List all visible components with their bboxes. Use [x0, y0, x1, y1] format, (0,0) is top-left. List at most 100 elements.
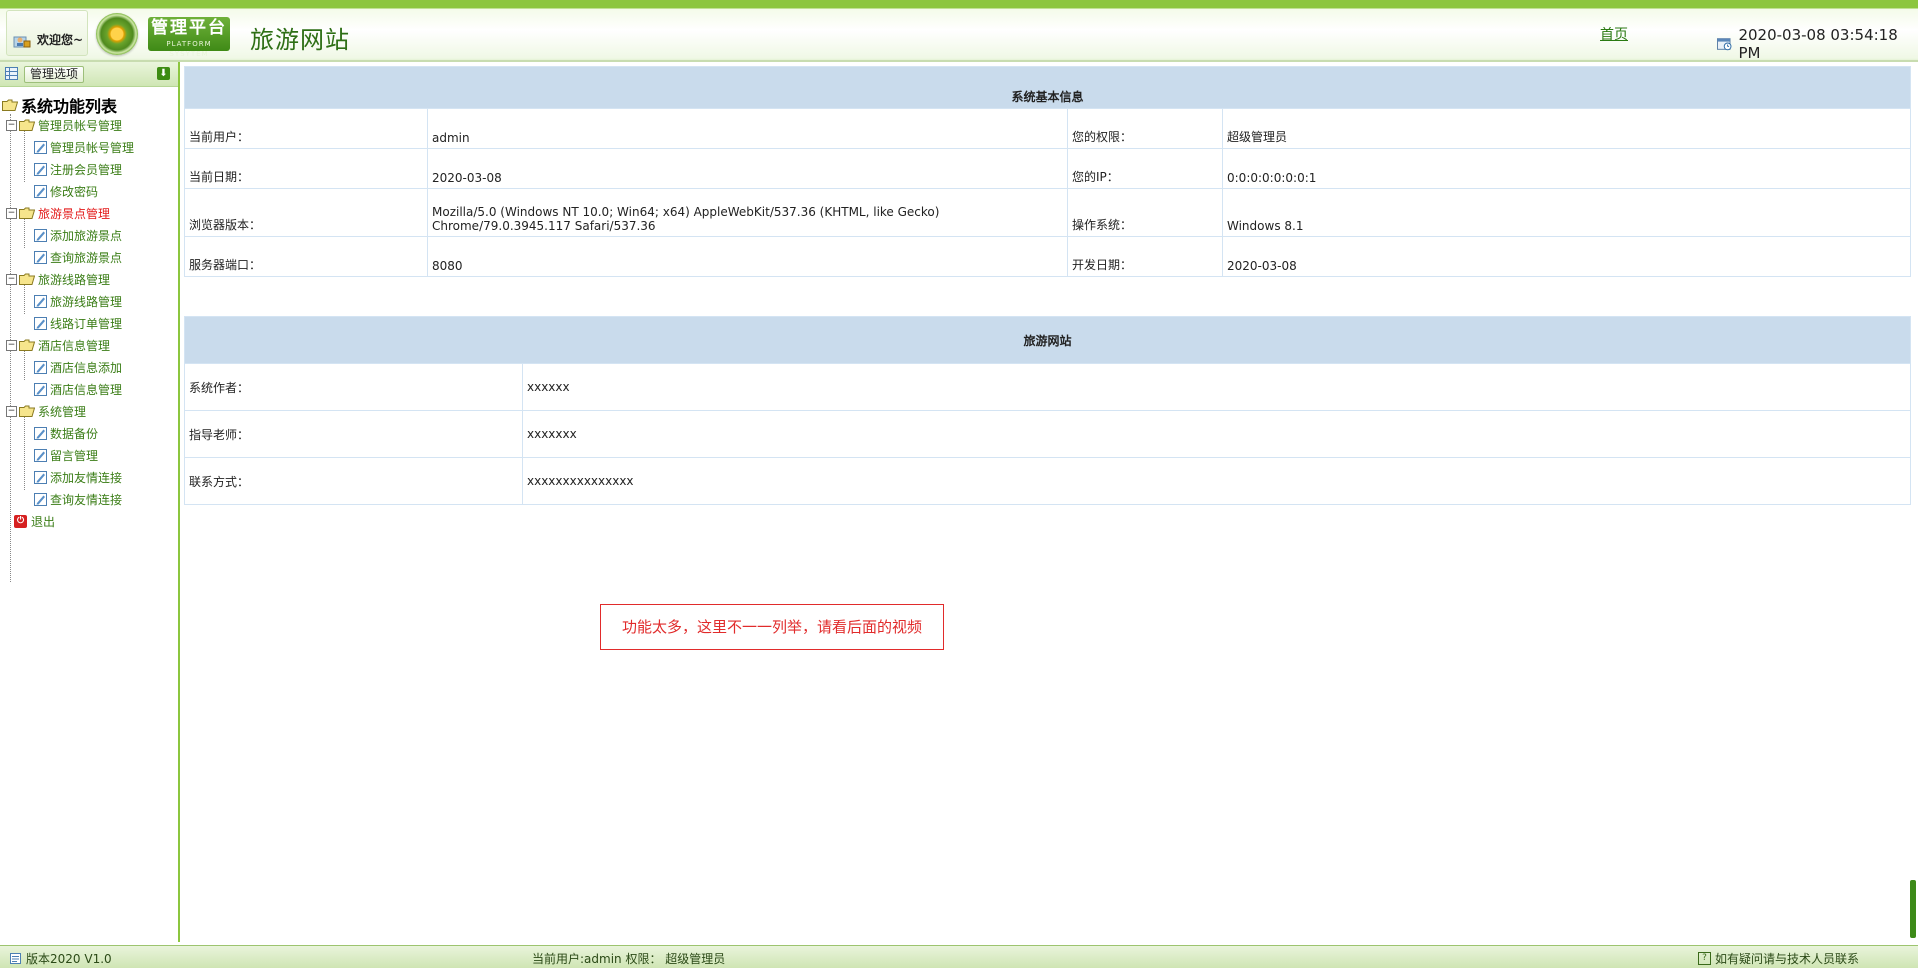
collapse-toggle-icon[interactable]: − — [6, 273, 17, 285]
collapse-toggle-icon[interactable]: − — [6, 405, 17, 417]
help-icon: ? — [1698, 952, 1711, 965]
info-value: 8080 — [427, 236, 1068, 277]
tree-item-messages[interactable]: 留言管理 — [0, 444, 178, 466]
tree-item-label: 线路订单管理 — [50, 316, 123, 331]
tree-item-query-link[interactable]: 查询友情连接 — [0, 488, 178, 510]
folder-open-icon — [19, 207, 35, 219]
table-row: 当前日期： 2020-03-08 您的IP： 0:0:0:0:0:0:0:1 — [184, 148, 1912, 189]
system-info-table: 系统基本信息 当前用户： admin 您的权限： 超级管理员 当前日期： 202… — [183, 66, 1912, 277]
sidebar-header: 管理选项 ⬇ — [0, 62, 178, 87]
info-label: 您的权限： — [1067, 108, 1223, 149]
info-label: 浏览器版本： — [184, 188, 428, 237]
tree-group-label: 旅游景点管理 — [38, 206, 111, 221]
tree-item-label: 旅游线路管理 — [50, 294, 123, 309]
info-value: Mozilla/5.0 (Windows NT 10.0; Win64; x64… — [427, 188, 1068, 237]
collapse-toggle-icon[interactable]: − — [6, 339, 17, 351]
footer-help: ? 如有疑问请与技术人员联系 — [1698, 950, 1859, 967]
table-row: 当前用户： admin 您的权限： 超级管理员 — [184, 108, 1912, 149]
platform-title-en: PLATFORM SYSYTEM — [166, 40, 212, 58]
system-info-title: 系统基本信息 — [183, 66, 1912, 109]
tree-item-label: 注册会员管理 — [50, 162, 123, 177]
info-label: 当前日期： — [184, 148, 428, 189]
home-link[interactable]: 首页 — [1600, 24, 1628, 44]
collapse-arrow-icon[interactable]: ⬇ — [157, 67, 170, 80]
tree-item-label: 添加旅游景点 — [50, 228, 123, 243]
top-header: 欢迎您~ 管理平台 PLATFORM SYSYTEM 旅游网站 首页 2020-… — [0, 0, 1918, 62]
help-text: 如有疑问请与技术人员联系 — [1715, 952, 1860, 966]
tree-item-exit[interactable]: ⏻ 退出 — [0, 510, 178, 532]
logo-icon — [96, 13, 138, 55]
collapse-toggle-icon[interactable]: − — [6, 207, 17, 219]
tree-item-member-manage[interactable]: 注册会员管理 — [0, 158, 178, 180]
status-footer: 版本2020 V1.0 当前用户:admin 权限： 超级管理员 ? 如有疑问请… — [0, 945, 1918, 968]
main-content: 系统基本信息 当前用户： admin 您的权限： 超级管理员 当前日期： 202… — [183, 66, 1912, 505]
info-value: xxxxxx — [521, 363, 1912, 411]
info-value: xxxxxxx — [521, 410, 1912, 458]
site-info-table: 旅游网站 系统作者： xxxxxx 指导老师： xxxxxxx 联系方式： xx… — [183, 316, 1912, 505]
tree-item-hotel-manage[interactable]: 酒店信息管理 — [0, 378, 178, 400]
edit-note-icon — [34, 382, 47, 396]
edit-note-icon — [34, 294, 47, 308]
tree-item-label: 修改密码 — [50, 184, 99, 199]
collapse-toggle-icon[interactable]: − — [6, 119, 17, 131]
user-icon — [13, 36, 31, 48]
sidebar: 管理选项 ⬇ 系统功能列表 − 管理员帐号管理 管理员帐号管理 注册会员管理 修… — [0, 62, 180, 942]
info-label: 您的IP： — [1067, 148, 1223, 189]
tree-item-hotel-add[interactable]: 酒店信息添加 — [0, 356, 178, 378]
info-label: 指导老师： — [184, 410, 523, 458]
folder-open-icon — [19, 119, 35, 131]
notice-box: 功能太多，这里不一一列举，请看后面的视频 — [600, 604, 944, 650]
tree-item-label: 添加友情连接 — [50, 470, 123, 485]
platform-logo: 管理平台 PLATFORM SYSYTEM — [148, 17, 230, 58]
tree-item-query-scenic[interactable]: 查询旅游景点 — [0, 246, 178, 268]
tree-item-data-backup[interactable]: 数据备份 — [0, 422, 178, 444]
exit-label: 退出 — [31, 514, 56, 529]
info-value: 0:0:0:0:0:0:0:1 — [1221, 148, 1912, 189]
tree-item-add-link[interactable]: 添加友情连接 — [0, 466, 178, 488]
table-row: 服务器端口： 8080 开发日期： 2020-03-08 — [184, 236, 1912, 277]
tree-item-route-manage[interactable]: 旅游线路管理 — [0, 290, 178, 312]
tree-group-label: 酒店信息管理 — [38, 338, 111, 353]
tree-group-routes[interactable]: − 旅游线路管理 — [0, 268, 178, 290]
document-icon — [10, 953, 21, 964]
tree-group-label: 系统管理 — [38, 404, 87, 419]
tree-item-label: 查询友情连接 — [50, 492, 123, 507]
tree-group-system[interactable]: − 系统管理 — [0, 400, 178, 422]
info-label: 当前用户： — [184, 108, 428, 149]
header-clock: 2020-03-08 03:54:18 PM — [1717, 26, 1918, 62]
grid-icon — [5, 67, 18, 80]
folder-open-icon — [19, 273, 35, 285]
manage-options-button[interactable]: 管理选项 — [24, 66, 85, 83]
function-tree: − 管理员帐号管理 管理员帐号管理 注册会员管理 修改密码 − 旅游景点管理 添… — [0, 114, 178, 532]
footer-user-status: 当前用户:admin 权限： 超级管理员 — [532, 952, 726, 966]
table-title-row: 旅游网站 — [183, 316, 1912, 364]
tree-item-change-password[interactable]: 修改密码 — [0, 180, 178, 202]
tree-group-label: 旅游线路管理 — [38, 272, 111, 287]
info-label: 操作系统： — [1067, 188, 1223, 237]
tree-item-admin-account[interactable]: 管理员帐号管理 — [0, 136, 178, 158]
power-icon: ⏻ — [14, 514, 27, 528]
tree-item-label: 酒店信息添加 — [50, 360, 123, 375]
site-info-wrap: 旅游网站 系统作者： xxxxxx 指导老师： xxxxxxx 联系方式： xx… — [183, 316, 1912, 505]
tree-item-label: 数据备份 — [50, 426, 99, 441]
edit-note-icon — [34, 140, 47, 154]
tree-item-route-orders[interactable]: 线路订单管理 — [0, 312, 178, 334]
tree-item-label: 查询旅游景点 — [50, 250, 123, 265]
info-value: 2020-03-08 — [1221, 236, 1912, 277]
table-row: 联系方式： xxxxxxxxxxxxxxx — [184, 457, 1912, 505]
tree-group-scenic-spots[interactable]: − 旅游景点管理 — [0, 202, 178, 224]
tree-group-admin-account[interactable]: − 管理员帐号管理 — [0, 114, 178, 136]
info-value: admin — [427, 108, 1068, 149]
tree-item-label: 管理员帐号管理 — [50, 140, 135, 155]
edit-note-icon — [34, 162, 47, 176]
welcome-box: 欢迎您~ — [6, 10, 88, 56]
site-info-title: 旅游网站 — [183, 316, 1912, 364]
edit-note-icon — [34, 448, 47, 462]
info-label: 系统作者： — [184, 363, 523, 411]
tree-group-hotels[interactable]: − 酒店信息管理 — [0, 334, 178, 356]
info-value: 2020-03-08 — [427, 148, 1068, 189]
table-row: 系统作者： xxxxxx — [184, 363, 1912, 411]
tree-item-add-scenic[interactable]: 添加旅游景点 — [0, 224, 178, 246]
scrollbar-thumb[interactable] — [1910, 880, 1916, 938]
footer-version: 版本2020 V1.0 — [10, 950, 112, 967]
